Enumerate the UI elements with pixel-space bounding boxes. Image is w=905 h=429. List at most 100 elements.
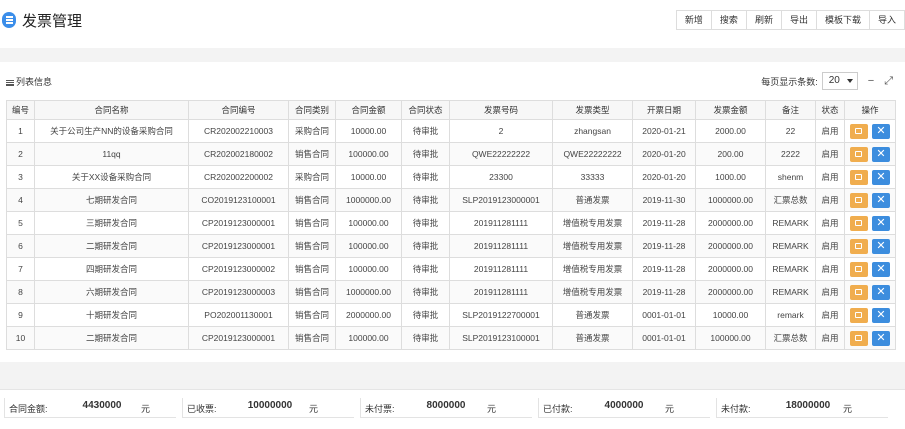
edit-icon[interactable] (850, 146, 868, 162)
cell-status: 启用 (815, 211, 845, 235)
edit-icon[interactable] (850, 192, 868, 208)
table-row[interactable]: 7 四期研发合同 CP2019123000002 销售合同 100000.00 待审批 20… (6, 257, 896, 281)
cell-contract-status: 待审批 (401, 234, 450, 258)
cell-status: 启用 (815, 188, 845, 212)
edit-icon[interactable] (850, 261, 868, 277)
delete-icon[interactable]: ✕ (872, 238, 890, 254)
search-button[interactable]: 搜索 (710, 10, 747, 30)
table-row[interactable]: 6 二期研发合同 CP2019123000001 销售合同 100000.00 待审批 20… (6, 234, 896, 258)
table-row[interactable]: 3 关于XX设备采购合同 CR202002200002 采购合同 10000.00 待审批… (6, 165, 896, 189)
table-row[interactable]: 8 六期研发合同 CP2019123000003 销售合同 1000000.00 待审批 2… (6, 280, 896, 304)
page-size-control: 每页显示条数: 20 − ⤢ (761, 72, 893, 90)
cell-invoice-no: 201911281111 (449, 211, 553, 235)
delete-icon[interactable]: ✕ (872, 169, 890, 185)
cell-id: 6 (6, 234, 35, 258)
table-row[interactable]: 4 七期研发合同 CO2019123100001 销售合同 1000000.00 待审批 S… (6, 188, 896, 212)
cell-contract-name: 七期研发合同 (34, 188, 189, 212)
cell-contract-no: CP2019123000001 (188, 234, 289, 258)
cell-invoice-date: 2019-11-28 (632, 211, 696, 235)
cell-invoice-amount: 2000000.00 (695, 280, 766, 304)
cell-invoice-type: 普通发票 (552, 326, 633, 350)
page-size-label: 每页显示条数: (761, 76, 818, 87)
cell-contract-type: 销售合同 (288, 280, 336, 304)
edit-icon[interactable] (850, 215, 868, 231)
table-row[interactable]: 2 11qq CR202002180002 销售合同 100000.00 待审批 QWE22… (6, 142, 896, 166)
delete-icon[interactable]: ✕ (872, 330, 890, 346)
cell-contract-no: CP2019123000002 (188, 257, 289, 281)
cell-invoice-type: 增值税专用发票 (552, 280, 633, 304)
delete-icon[interactable]: ✕ (872, 307, 890, 323)
cell-invoice-amount: 100000.00 (695, 326, 766, 350)
delete-icon[interactable]: ✕ (872, 261, 890, 277)
column-header-contract-name: 合同名称 (34, 100, 189, 120)
cell-invoice-amount: 2000000.00 (695, 234, 766, 258)
cell-invoice-no: 2 (449, 119, 553, 143)
cell-contract-type: 销售合同 (288, 303, 336, 327)
column-header-contract-status: 合同状态 (401, 100, 450, 120)
collapse-icon[interactable]: − (868, 75, 874, 87)
cell-contract-no: PO202001130001 (188, 303, 289, 327)
cell-id: 4 (6, 188, 35, 212)
cell-id: 2 (6, 142, 35, 166)
table-row[interactable]: 5 三期研发合同 CP2019123000001 销售合同 100000.00 待审批 20… (6, 211, 896, 235)
cell-contract-name: 十期研发合同 (34, 303, 189, 327)
cell-actions: ✕ (844, 119, 896, 143)
cell-contract-status: 待审批 (401, 257, 450, 281)
table-row[interactable]: 1 关于公司生产NN的设备采购合同 CR202002210003 采购合同 10000.… (6, 119, 896, 143)
cell-contract-status: 待审批 (401, 119, 450, 143)
cell-status: 启用 (815, 119, 845, 143)
fullscreen-icon[interactable]: ⤢ (884, 75, 893, 88)
cell-contract-status: 待审批 (401, 211, 450, 235)
cell-contract-name: 六期研发合同 (34, 280, 189, 304)
delete-icon[interactable]: ✕ (872, 123, 890, 139)
column-header-status: 状态 (815, 100, 845, 120)
cell-contract-name: 关于公司生产NN的设备采购合同 (34, 119, 189, 143)
cell-contract-amount: 10000.00 (335, 119, 402, 143)
delete-icon[interactable]: ✕ (872, 284, 890, 300)
column-header-id: 编号 (6, 100, 35, 120)
summary-unpaid-invoice: 未付票: 8000000 元 (360, 398, 532, 418)
cell-invoice-no: SLP2019122700001 (449, 303, 553, 327)
cell-invoice-type: 普通发票 (552, 303, 633, 327)
cell-contract-type: 采购合同 (288, 165, 336, 189)
edit-icon[interactable] (850, 330, 868, 346)
table-row[interactable]: 10 二期研发合同 CP2019123000001 销售合同 100000.00 待审批 S… (6, 326, 896, 350)
edit-icon[interactable] (850, 284, 868, 300)
delete-icon[interactable]: ✕ (872, 192, 890, 208)
chevron-down-icon (846, 79, 853, 83)
edit-icon[interactable] (850, 238, 868, 254)
cell-contract-type: 销售合同 (288, 326, 336, 350)
cell-invoice-amount: 200.00 (695, 142, 766, 166)
cell-status: 启用 (815, 142, 845, 166)
edit-icon[interactable] (850, 123, 868, 139)
cell-contract-amount: 10000.00 (335, 165, 402, 189)
cell-contract-type: 销售合同 (288, 234, 336, 258)
cell-invoice-type: 增值税专用发票 (552, 234, 633, 258)
template-download-button[interactable]: 模板下载 (815, 10, 870, 30)
export-button[interactable]: 导出 (780, 10, 817, 30)
cell-contract-no: CR202002180002 (188, 142, 289, 166)
table-row[interactable]: 9 十期研发合同 PO202001130001 销售合同 2000000.00 待审批 SL… (6, 303, 896, 327)
edit-icon[interactable] (850, 307, 868, 323)
page-header: 发票管理 新增 搜索 刷新 导出 模板下载 导入 (0, 0, 905, 48)
delete-icon[interactable]: ✕ (872, 215, 890, 231)
refresh-button[interactable]: 刷新 (745, 10, 782, 30)
cell-invoice-no: 201911281111 (449, 234, 553, 258)
cell-contract-status: 待审批 (401, 326, 450, 350)
cell-contract-no: CP2019123000001 (188, 211, 289, 235)
cell-contract-status: 待审批 (401, 303, 450, 327)
column-header-invoice-amount: 发票金额 (695, 100, 766, 120)
delete-icon[interactable]: ✕ (872, 146, 890, 162)
add-button[interactable]: 新增 (675, 10, 712, 30)
cell-actions: ✕ (844, 142, 896, 166)
page-size-select[interactable]: 20 (821, 72, 858, 90)
import-button[interactable]: 导入 (868, 10, 905, 30)
menu-icon[interactable] (2, 12, 16, 28)
cell-contract-name: 11qq (34, 142, 189, 166)
edit-icon[interactable] (850, 169, 868, 185)
column-header-contract-amount: 合同金额 (335, 100, 402, 120)
cell-contract-type: 销售合同 (288, 257, 336, 281)
cell-id: 3 (6, 165, 35, 189)
cell-contract-status: 待审批 (401, 142, 450, 166)
column-header-contract-no: 合同编号 (188, 100, 289, 120)
